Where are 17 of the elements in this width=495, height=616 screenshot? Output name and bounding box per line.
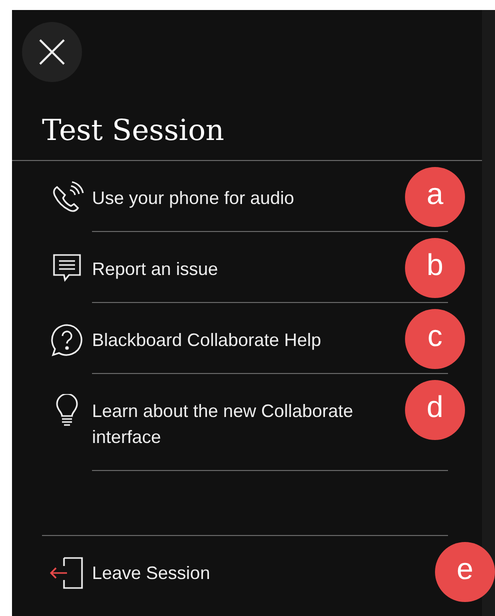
menu-item-label[interactable]: Blackboard Collaborate Help bbox=[92, 327, 322, 353]
annotation-marker: c bbox=[405, 309, 465, 369]
annotation-marker: d bbox=[405, 380, 465, 440]
menu-item-label[interactable]: Use your phone for audio bbox=[92, 185, 294, 211]
phone-icon bbox=[50, 181, 84, 215]
help-icon bbox=[50, 323, 84, 357]
lightbulb-icon bbox=[56, 394, 78, 428]
annotation-marker: a bbox=[405, 167, 465, 227]
close-icon bbox=[37, 37, 67, 67]
menu-item-label[interactable]: Report an issue bbox=[92, 256, 218, 282]
exit-door-icon bbox=[50, 556, 84, 590]
annotation-marker: e bbox=[435, 542, 495, 602]
menu-item-label[interactable]: Learn about the new Collaborate interface bbox=[92, 398, 392, 450]
session-title: Test Session bbox=[42, 112, 226, 149]
annotation-marker: b bbox=[405, 238, 465, 298]
message-icon bbox=[51, 252, 83, 284]
leave-session-link[interactable]: Leave Session bbox=[92, 560, 210, 586]
